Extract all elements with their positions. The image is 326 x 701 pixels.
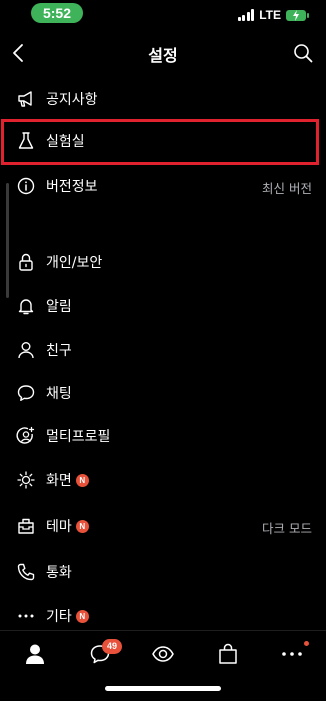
shopping-bag-icon[interactable] (215, 641, 241, 667)
menu-item-multiprofile[interactable]: 멀티프로필 (0, 415, 326, 459)
menu-label: 친구 (46, 343, 72, 359)
menu-item-friends[interactable]: 친구 (0, 329, 326, 373)
menu-item-privacy[interactable]: 개인/보안 (0, 241, 326, 285)
menu-item-call[interactable]: 통화 (0, 551, 326, 595)
search-icon[interactable] (292, 42, 314, 64)
new-badge: N (75, 474, 89, 487)
megaphone-icon (18, 91, 32, 107)
person-icon (18, 342, 34, 359)
brightness-icon (17, 471, 35, 489)
menu-item-theme[interactable]: 테마 N 다크 모드 (0, 505, 326, 549)
network-label: LTE (259, 8, 281, 22)
menu-label: 통화 (46, 565, 72, 581)
multi-profile-icon (16, 426, 35, 444)
menu-label: 알림 (46, 299, 72, 315)
chat-count-badge: 49 (102, 639, 122, 654)
menu-label: 공지사항 (46, 92, 98, 108)
page-title: 설정 (148, 46, 178, 65)
bell-icon (18, 299, 34, 315)
status-time: 5:52 (31, 3, 83, 23)
menu-item-version[interactable]: 버전정보 최신 버전 (0, 165, 326, 209)
menu-label: 기타 N (46, 607, 89, 627)
menu-label: 개인/보안 (46, 255, 103, 271)
theme-icon (18, 518, 34, 534)
battery-icon (286, 9, 309, 21)
more-icon (18, 614, 34, 618)
new-badge: N (75, 520, 89, 533)
more-notification-dot (304, 641, 309, 646)
menu-item-chats[interactable]: 채팅 (0, 372, 326, 416)
more-tab-icon[interactable] (279, 641, 305, 667)
menu-item-display[interactable]: 화면 N (0, 459, 326, 503)
theme-value: 다크 모드 (262, 521, 312, 536)
view-tab-icon[interactable] (150, 641, 176, 667)
menu-label: 채팅 (46, 386, 72, 402)
info-icon (17, 177, 35, 195)
friends-tab-icon[interactable] (22, 641, 48, 667)
lock-icon (19, 253, 33, 271)
menu-item-notice[interactable]: 공지사항 (0, 78, 326, 122)
header: 설정 (0, 34, 326, 74)
status-indicators: LTE (237, 8, 309, 22)
new-badge: N (75, 610, 89, 623)
menu-label: 테마 N (46, 517, 89, 537)
version-value: 최신 버전 (262, 181, 312, 196)
menu-label: 멀티프로필 (46, 429, 111, 445)
menu-item-notifications[interactable]: 알림 (0, 285, 326, 329)
menu-label: 버전정보 (46, 179, 98, 195)
status-bar: 5:52 LTE (0, 0, 326, 32)
highlight-box (1, 119, 319, 165)
chat-bubble-icon (17, 385, 35, 401)
phone-icon (17, 563, 35, 581)
home-indicator (105, 686, 221, 691)
menu-label: 화면 N (46, 471, 89, 491)
signal-icon (237, 9, 255, 21)
